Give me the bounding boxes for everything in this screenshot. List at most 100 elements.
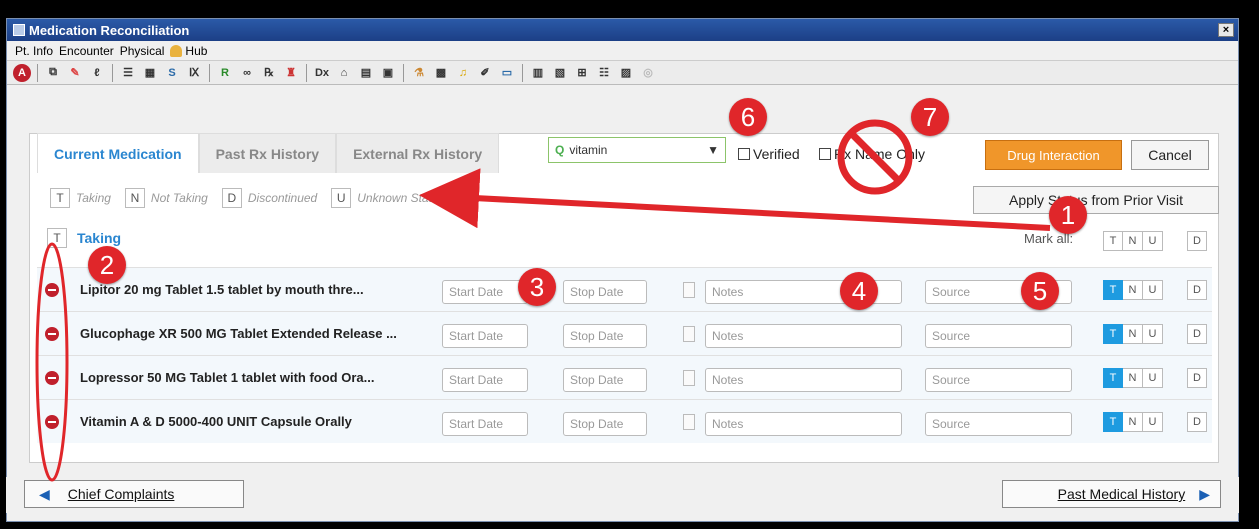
notes-field[interactable]: Notes bbox=[705, 324, 902, 348]
note-icon[interactable] bbox=[683, 282, 695, 298]
status-n[interactable]: N bbox=[1123, 324, 1143, 344]
close-icon[interactable]: × bbox=[1218, 23, 1234, 37]
callout-6: 6 bbox=[729, 98, 767, 136]
copy-icon[interactable]: ⧉ bbox=[44, 64, 62, 82]
signature-icon[interactable]: ℓ bbox=[88, 64, 106, 82]
verified-box[interactable] bbox=[738, 148, 750, 160]
chat-icon[interactable]: ☰ bbox=[119, 64, 137, 82]
menu-hub[interactable]: Hub bbox=[170, 44, 207, 58]
note-icon[interactable] bbox=[683, 326, 695, 342]
status-t[interactable]: T bbox=[1103, 324, 1123, 344]
report-icon[interactable]: ▥ bbox=[529, 64, 547, 82]
chart-icon[interactable]: ▦ bbox=[141, 64, 159, 82]
group-label[interactable]: Taking bbox=[77, 230, 121, 246]
stop-date-field[interactable]: Stop Date bbox=[563, 412, 647, 436]
source-field[interactable]: Source bbox=[925, 324, 1072, 348]
source-field[interactable]: Source bbox=[925, 368, 1072, 392]
mark-all-d[interactable]: D bbox=[1187, 231, 1207, 251]
syringe-icon[interactable]: ✐ bbox=[476, 64, 494, 82]
past-medical-history-button[interactable]: Past Medical History ▶ bbox=[1002, 480, 1221, 508]
screen-icon[interactable]: ▭ bbox=[498, 64, 516, 82]
notes-field[interactable]: Notes bbox=[705, 368, 902, 392]
stop-date-field[interactable]: Stop Date bbox=[563, 324, 647, 348]
flow-icon[interactable]: ⊞ bbox=[573, 64, 591, 82]
tab-past-rx-history[interactable]: Past Rx History bbox=[198, 133, 337, 173]
stop-date-field[interactable]: Stop Date bbox=[563, 280, 647, 304]
remove-icon[interactable] bbox=[45, 283, 59, 297]
status-toggle: TNU bbox=[1103, 324, 1163, 344]
medication-name[interactable]: Vitamin A & D 5000-400 UNIT Capsule Oral… bbox=[80, 414, 352, 429]
start-date-field[interactable]: Start Date bbox=[442, 324, 528, 348]
s-icon[interactable]: S bbox=[163, 64, 181, 82]
book-icon[interactable]: ▨ bbox=[617, 64, 635, 82]
note-icon[interactable] bbox=[683, 414, 695, 430]
stop-date-field[interactable]: Stop Date bbox=[563, 368, 647, 392]
status-u[interactable]: U bbox=[1143, 324, 1163, 344]
callout-1: 1 bbox=[1049, 196, 1087, 234]
status-d[interactable]: D bbox=[1187, 368, 1207, 388]
remove-icon[interactable] bbox=[45, 415, 59, 429]
xray-icon[interactable]: ▩ bbox=[432, 64, 450, 82]
callout-5: 5 bbox=[1021, 272, 1059, 310]
remove-icon[interactable] bbox=[45, 327, 59, 341]
start-date-field[interactable]: Start Date bbox=[442, 412, 528, 436]
status-d[interactable]: D bbox=[1187, 412, 1207, 432]
remove-icon[interactable] bbox=[45, 371, 59, 385]
status-t[interactable]: T bbox=[1103, 368, 1123, 388]
notes-icon[interactable]: ☷ bbox=[595, 64, 613, 82]
monitor-icon[interactable]: ▣ bbox=[379, 64, 397, 82]
verified-checkbox[interactable]: Verified bbox=[738, 146, 800, 162]
note-icon[interactable] bbox=[683, 370, 695, 386]
tab-current-medication[interactable]: Current Medication bbox=[37, 133, 199, 173]
status-d[interactable]: D bbox=[1187, 324, 1207, 344]
ix-icon[interactable]: Ⅸ bbox=[185, 64, 203, 82]
search-input[interactable]: Q vitamin ▼ bbox=[548, 137, 726, 163]
status-u[interactable]: U bbox=[1143, 368, 1163, 388]
tab-external-rx-history[interactable]: External Rx History bbox=[336, 133, 500, 173]
lab-icon[interactable]: ⚗ bbox=[410, 64, 428, 82]
bottle-icon[interactable]: ♜ bbox=[282, 64, 300, 82]
menu-pt-info[interactable]: Pt. Info bbox=[15, 44, 53, 58]
legend-discontinued: D Discontinued bbox=[221, 188, 317, 208]
rx-icon[interactable]: ℞ bbox=[260, 64, 278, 82]
status-t[interactable]: T bbox=[1103, 280, 1123, 300]
pharmacy-icon[interactable]: ⌂ bbox=[335, 64, 353, 82]
source-field[interactable]: Source bbox=[925, 412, 1072, 436]
menu-encounter[interactable]: Encounter bbox=[59, 44, 114, 58]
mark-all-t[interactable]: T bbox=[1103, 231, 1123, 251]
disabled-icon: ◎ bbox=[643, 67, 653, 79]
apply-status-button[interactable]: Apply Status from Prior Visit bbox=[973, 186, 1219, 214]
status-n[interactable]: N bbox=[1123, 368, 1143, 388]
filter-icon[interactable]: ▼ bbox=[707, 143, 719, 157]
bell-icon[interactable]: ♫ bbox=[454, 64, 472, 82]
start-date-field[interactable]: Start Date bbox=[442, 280, 528, 304]
status-n[interactable]: N bbox=[1123, 412, 1143, 432]
alert-icon[interactable]: A bbox=[13, 63, 31, 82]
medication-name[interactable]: Lopressor 50 MG Tablet 1 tablet with foo… bbox=[80, 370, 374, 385]
menu-physical[interactable]: Physical bbox=[120, 44, 165, 58]
notes-field[interactable]: Notes bbox=[705, 412, 902, 436]
medication-name[interactable]: Glucophage XR 500 MG Tablet Extended Rel… bbox=[80, 326, 397, 341]
medication-name[interactable]: Lipitor 20 mg Tablet 1.5 tablet by mouth… bbox=[80, 282, 364, 297]
legend-not-taking: N Not Taking bbox=[124, 188, 208, 208]
dx-icon[interactable]: Dx bbox=[313, 64, 331, 82]
scan-icon[interactable]: ▧ bbox=[551, 64, 569, 82]
status-t[interactable]: T bbox=[1103, 412, 1123, 432]
rx-name-only-box[interactable] bbox=[819, 148, 831, 160]
pen-icon[interactable]: ✎ bbox=[66, 64, 84, 82]
calendar-icon[interactable]: ▤ bbox=[357, 64, 375, 82]
cancel-button[interactable]: Cancel bbox=[1131, 140, 1209, 170]
chief-complaints-button[interactable]: ◀ Chief Complaints bbox=[24, 480, 244, 508]
drug-interaction-button[interactable]: Drug Interaction bbox=[985, 140, 1122, 170]
start-date-field[interactable]: Start Date bbox=[442, 368, 528, 392]
r-icon[interactable]: R bbox=[216, 64, 234, 82]
status-n[interactable]: N bbox=[1123, 280, 1143, 300]
status-u[interactable]: U bbox=[1143, 280, 1163, 300]
mark-all-n[interactable]: N bbox=[1123, 231, 1143, 251]
mark-all-u[interactable]: U bbox=[1143, 231, 1163, 251]
status-d[interactable]: D bbox=[1187, 280, 1207, 300]
callout-7: 7 bbox=[911, 98, 949, 136]
glasses-icon[interactable]: ∞ bbox=[238, 64, 256, 82]
status-u[interactable]: U bbox=[1143, 412, 1163, 432]
rx-name-only-checkbox[interactable]: Rx Name Only bbox=[819, 146, 925, 162]
